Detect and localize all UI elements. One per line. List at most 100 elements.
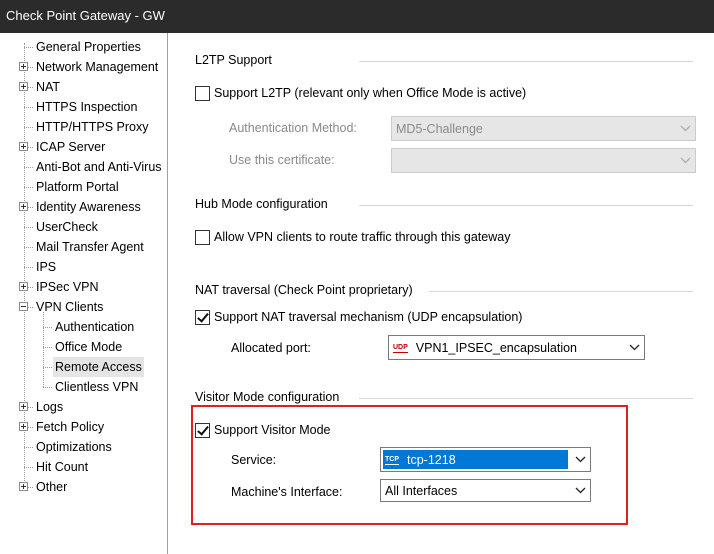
tree-item-http-https-proxy[interactable]: HTTP/HTTPS Proxy bbox=[34, 117, 151, 137]
tree-item-usercheck[interactable]: UserCheck bbox=[34, 217, 100, 237]
tree-item-label: Mail Transfer Agent bbox=[36, 240, 144, 254]
tree-item-label: HTTPS Inspection bbox=[36, 100, 138, 114]
tree-item-vpn-clients[interactable]: VPN Clients bbox=[34, 297, 105, 317]
tree-item-logs[interactable]: Logs bbox=[34, 397, 65, 417]
expand-plus-icon[interactable] bbox=[19, 482, 28, 491]
allow-vpn-routing-checkbox[interactable]: Allow VPN clients to route traffic throu… bbox=[195, 228, 510, 246]
collapse-minus-icon[interactable] bbox=[19, 302, 28, 311]
tree-item-fetch-policy[interactable]: Fetch Policy bbox=[34, 417, 106, 437]
tree-item-remote-access[interactable]: Remote Access bbox=[53, 357, 144, 377]
tree-branch-line bbox=[43, 367, 52, 368]
tree-item-label: Other bbox=[36, 480, 68, 494]
chevron-down-icon bbox=[675, 149, 695, 172]
tree-item-network-management[interactable]: Network Management bbox=[34, 57, 160, 77]
title-bar: Check Point Gateway - GW bbox=[0, 0, 714, 33]
support-l2tp-label: Support L2TP (relevant only when Office … bbox=[214, 86, 527, 100]
auth-method-dropdown[interactable]: MD5-Challenge bbox=[391, 116, 696, 141]
nat-traversal-section-title: NAT traversal (Check Point proprietary) bbox=[195, 283, 413, 297]
tree-item-icap-server[interactable]: ICAP Server bbox=[34, 137, 107, 157]
tree-item-label: Identity Awareness bbox=[36, 200, 141, 214]
tree-item-platform-portal[interactable]: Platform Portal bbox=[34, 177, 121, 197]
tree-item-label: IPSec VPN bbox=[36, 280, 99, 294]
chevron-down-icon bbox=[675, 117, 695, 140]
support-l2tp-checkbox[interactable]: Support L2TP (relevant only when Office … bbox=[195, 84, 526, 102]
tree-item-label: Authentication bbox=[55, 320, 135, 334]
tree-child-connector-line bbox=[43, 312, 44, 387]
tree-item-label: IPS bbox=[36, 260, 57, 274]
auth-method-value: MD5-Challenge bbox=[396, 121, 483, 136]
tree-item-general-properties[interactable]: General Properties bbox=[34, 37, 143, 57]
tree-item-https-inspection[interactable]: HTTPS Inspection bbox=[34, 97, 139, 117]
certificate-label: Use this certificate: bbox=[229, 153, 335, 167]
expand-plus-icon[interactable] bbox=[19, 62, 28, 71]
tree-branch-line bbox=[24, 227, 33, 228]
tree-item-label: General Properties bbox=[36, 40, 141, 54]
udp-service-icon: UDP bbox=[393, 343, 408, 353]
allocated-port-label: Allocated port: bbox=[231, 341, 311, 355]
tree-branch-line bbox=[24, 47, 33, 48]
allocated-port-dropdown[interactable]: UDP VPN1_IPSEC_encapsulation bbox=[388, 335, 645, 360]
navigation-tree[interactable]: General Properties Network Management NAT H… bbox=[0, 33, 168, 554]
tree-item-label: Fetch Policy bbox=[36, 420, 105, 434]
expand-plus-icon[interactable] bbox=[19, 402, 28, 411]
expand-plus-icon[interactable] bbox=[19, 202, 28, 211]
tree-item-anti-bot-and-anti-virus[interactable]: Anti-Bot and Anti-Virus bbox=[34, 157, 164, 177]
support-l2tp-checkbox-box[interactable] bbox=[195, 85, 210, 101]
certificate-dropdown[interactable] bbox=[391, 148, 696, 173]
tree-branch-line bbox=[24, 167, 33, 168]
support-nat-traversal-checkbox-box[interactable] bbox=[195, 309, 210, 325]
tree-item-label: Network Management bbox=[36, 60, 159, 74]
expand-plus-icon[interactable] bbox=[19, 142, 28, 151]
nat-traversal-separator bbox=[429, 291, 693, 292]
auth-method-label: Authentication Method: bbox=[229, 121, 357, 135]
visitor-section-title: Visitor Mode configuration bbox=[195, 390, 340, 404]
annotation-highlight-box bbox=[191, 405, 628, 525]
tree-item-label: Anti-Bot and Anti-Virus bbox=[36, 160, 162, 174]
tree-item-label: Optimizations bbox=[36, 440, 112, 454]
tree-item-office-mode[interactable]: Office Mode bbox=[53, 337, 124, 357]
allocated-port-value-wrap: UDP VPN1_IPSEC_encapsulation bbox=[389, 336, 624, 359]
tree-item-other[interactable]: Other bbox=[34, 477, 69, 497]
tree-branch-line bbox=[43, 387, 52, 388]
tree-item-label: Platform Portal bbox=[36, 180, 119, 194]
tree-item-nat[interactable]: NAT bbox=[34, 77, 62, 97]
tree-item-clientless-vpn[interactable]: Clientless VPN bbox=[53, 377, 140, 397]
tree-item-label: Logs bbox=[36, 400, 64, 414]
remote-access-panel: L2TP Support Support L2TP (relevant only… bbox=[169, 33, 714, 554]
tree-item-label: NAT bbox=[36, 80, 61, 94]
l2tp-section-title: L2TP Support bbox=[195, 53, 272, 67]
allocated-port-value: VPN1_IPSEC_encapsulation bbox=[415, 340, 577, 355]
tree-item-label: UserCheck bbox=[36, 220, 98, 234]
tree-item-ips[interactable]: IPS bbox=[34, 257, 58, 277]
tree-branch-line bbox=[24, 467, 33, 468]
hub-section-title: Hub Mode configuration bbox=[195, 197, 328, 211]
tree-item-label: Clientless VPN bbox=[55, 380, 139, 394]
l2tp-separator bbox=[359, 61, 693, 62]
tree-item-label: Remote Access bbox=[53, 357, 144, 377]
tree-item-label: VPN Clients bbox=[36, 300, 104, 314]
tree-item-label: HTTP/HTTPS Proxy bbox=[36, 120, 149, 134]
tree-item-label: Office Mode bbox=[55, 340, 123, 354]
tree-item-authentication[interactable]: Authentication bbox=[53, 317, 136, 337]
tree-branch-line bbox=[24, 447, 33, 448]
support-nat-traversal-checkbox[interactable]: Support NAT traversal mechanism (UDP enc… bbox=[195, 308, 522, 326]
visitor-separator bbox=[359, 398, 693, 399]
allow-vpn-routing-label: Allow VPN clients to route traffic throu… bbox=[214, 230, 511, 244]
certificate-value bbox=[392, 149, 675, 172]
expand-plus-icon[interactable] bbox=[19, 422, 28, 431]
tree-branch-line bbox=[24, 127, 33, 128]
tree-branch-line bbox=[24, 187, 33, 188]
tree-branch-line bbox=[43, 327, 52, 328]
tree-item-mail-transfer-agent[interactable]: Mail Transfer Agent bbox=[34, 237, 146, 257]
tree-item-ipsec-vpn[interactable]: IPSec VPN bbox=[34, 277, 101, 297]
tree-item-optimizations[interactable]: Optimizations bbox=[34, 437, 114, 457]
expand-plus-icon[interactable] bbox=[19, 82, 28, 91]
tree-branch-line bbox=[24, 267, 33, 268]
tree-branch-line bbox=[43, 347, 52, 348]
allow-vpn-routing-checkbox-box[interactable] bbox=[195, 229, 210, 245]
tree-item-identity-awareness[interactable]: Identity Awareness bbox=[34, 197, 143, 217]
expand-plus-icon[interactable] bbox=[19, 282, 28, 291]
tree-item-hit-count[interactable]: Hit Count bbox=[34, 457, 90, 477]
tree-branch-line bbox=[24, 107, 33, 108]
tree-connector-line bbox=[24, 43, 25, 487]
